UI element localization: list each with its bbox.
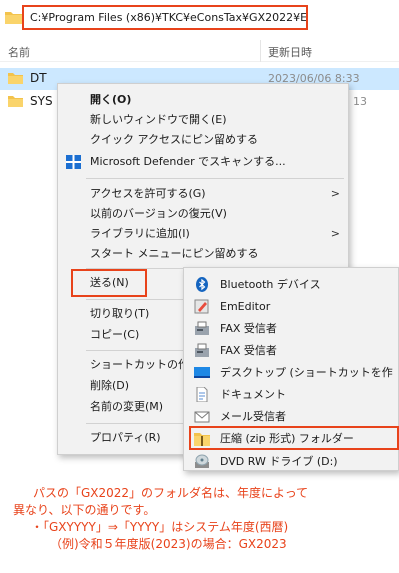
- address-bar-area: C:¥Program Files (x86)¥TKC¥eConsTax¥GX20…: [0, 0, 399, 38]
- address-bar[interactable]: C:¥Program Files (x86)¥TKC¥eConsTax¥GX20…: [22, 5, 308, 30]
- submenu-item-fax-2[interactable]: FAX 受信者: [184, 340, 398, 361]
- note-line: （例)令和５年度版(2023)の場合：GX2023: [50, 537, 287, 551]
- submenu-item-fax-1[interactable]: FAX 受信者: [184, 318, 398, 339]
- menu-item-label: ライブラリに追加(I): [90, 227, 190, 240]
- submenu-item-label: DVD RW ドライブ (D:): [220, 455, 338, 468]
- document-icon: [196, 387, 208, 402]
- submenu-item-documents[interactable]: ドキュメント: [184, 384, 398, 405]
- menu-item-label: Microsoft Defender でスキャンする...: [90, 155, 286, 168]
- date-column-header[interactable]: 更新日時: [268, 44, 312, 60]
- submenu-item-emeditor[interactable]: EmEditor: [184, 296, 398, 317]
- menu-item-open[interactable]: 開く(O): [58, 90, 348, 110]
- submenu-item-label: FAX 受信者: [220, 322, 277, 335]
- defender-shield-icon: [66, 155, 81, 169]
- desktop-icon: [194, 367, 210, 378]
- menu-item-open-new-window[interactable]: 新しいウィンドウで開く(E): [58, 110, 348, 130]
- submenu-item-label: ドキュメント: [220, 388, 286, 401]
- menu-item-restore-versions[interactable]: 以前のバージョンの復元(V): [58, 204, 348, 224]
- file-name: SYS: [30, 94, 53, 108]
- fax-icon: [195, 321, 209, 335]
- chevron-right-icon: >: [330, 227, 340, 240]
- mail-icon: [194, 411, 210, 423]
- name-column-header[interactable]: 名前: [8, 44, 30, 60]
- menu-separator: [86, 178, 344, 179]
- chevron-right-icon: >: [330, 187, 340, 200]
- send-to-submenu: Bluetooth デバイス EmEditor FAX 受信者 FAX 受信者 …: [183, 267, 399, 471]
- submenu-item-label: EmEditor: [220, 300, 271, 313]
- bluetooth-icon: [196, 277, 208, 292]
- note-line: 異なり、以下の通りです。: [13, 503, 156, 517]
- dvd-drive-icon: [195, 454, 209, 468]
- folder-icon: [5, 12, 22, 24]
- send-to-highlight: [71, 269, 147, 297]
- submenu-item-label: FAX 受信者: [220, 344, 277, 357]
- submenu-item-label: デスクトップ (ショートカットを作: [220, 366, 393, 379]
- submenu-item-dvd[interactable]: DVD RW ドライブ (D:): [184, 451, 398, 472]
- menu-item-pin-start[interactable]: スタート メニューにピン留めする: [58, 244, 348, 264]
- column-divider[interactable]: [260, 40, 261, 62]
- menu-item-label: アクセスを許可する(G): [90, 187, 206, 200]
- zip-highlight: [189, 426, 399, 450]
- note-line: ・「GXYYYY」⇒「YYYY」はシステム年度(西暦): [31, 520, 289, 534]
- submenu-item-label: Bluetooth デバイス: [220, 278, 321, 291]
- folder-icon: [8, 73, 23, 84]
- menu-item-defender-scan[interactable]: Microsoft Defender でスキャンする...: [58, 152, 348, 172]
- submenu-item-mail[interactable]: メール受信者: [184, 406, 398, 427]
- note-line: パスの「GX2022」のフォルダ名は、年度によって: [33, 486, 309, 500]
- file-name: DT: [30, 71, 47, 85]
- emeditor-icon: [194, 299, 209, 314]
- menu-item-add-to-library[interactable]: ライブラリに追加(I) >: [58, 224, 348, 244]
- fax-icon: [195, 343, 209, 357]
- submenu-item-desktop[interactable]: デスクトップ (ショートカットを作: [184, 362, 398, 383]
- menu-item-pin-quick-access[interactable]: クイック アクセスにピン留めする: [58, 130, 348, 150]
- file-date: 13: [353, 95, 367, 108]
- submenu-item-bluetooth[interactable]: Bluetooth デバイス: [184, 274, 398, 295]
- column-header: 名前 更新日時: [0, 40, 399, 62]
- submenu-item-label: メール受信者: [220, 410, 286, 423]
- folder-icon: [8, 96, 23, 107]
- menu-item-give-access[interactable]: アクセスを許可する(G) >: [58, 184, 348, 204]
